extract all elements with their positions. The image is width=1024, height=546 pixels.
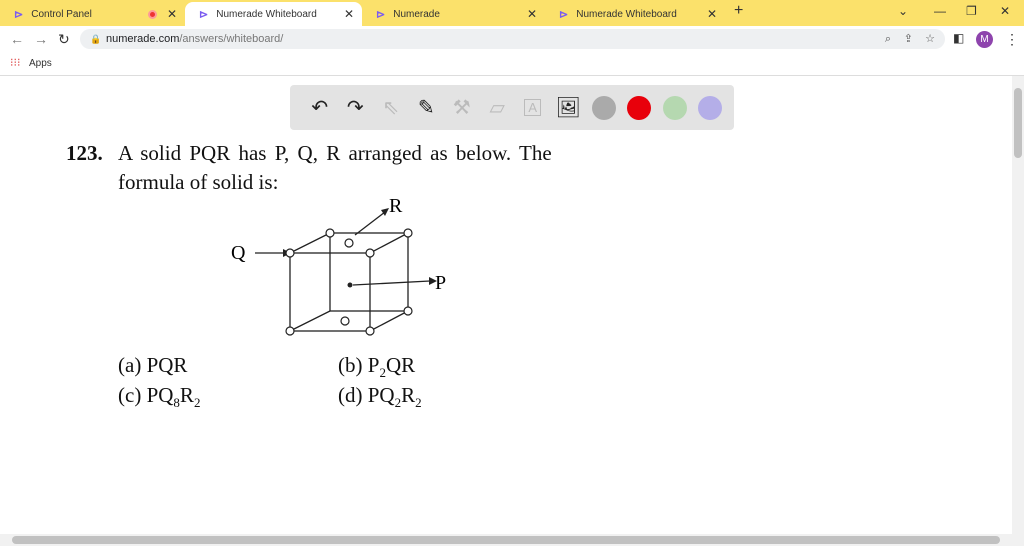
reload-icon[interactable]: ↻ bbox=[58, 31, 70, 48]
profile-avatar[interactable]: M bbox=[976, 31, 993, 48]
color-red[interactable] bbox=[622, 93, 658, 123]
apps-grid-icon: ⁝⁝⁝ bbox=[10, 57, 21, 69]
address-bar[interactable]: 🔒 numerade.com/answers/whiteboard/ ⌕ ⇪ ☆ bbox=[80, 29, 945, 49]
close-window-button[interactable]: ✕ bbox=[1000, 4, 1010, 18]
eraser-icon[interactable]: ▱ bbox=[480, 93, 516, 123]
question-line-1: A solid PQR has P, Q, R arranged as belo… bbox=[118, 141, 552, 165]
close-tab-icon[interactable]: ✕ bbox=[344, 7, 354, 21]
close-tab-icon[interactable]: ✕ bbox=[527, 7, 537, 21]
cube-diagram: Q R P bbox=[231, 195, 446, 336]
text-icon[interactable]: A bbox=[515, 93, 551, 123]
label-p: P bbox=[435, 272, 446, 294]
side-panel-icon[interactable]: ◧ bbox=[953, 31, 964, 45]
pen-icon[interactable]: ✎ bbox=[409, 93, 445, 123]
address-row: ← → ↻ 🔒 numerade.com/answers/whiteboard/ … bbox=[0, 26, 1024, 52]
restore-button[interactable]: ❐ bbox=[966, 4, 977, 18]
forward-icon[interactable]: → bbox=[34, 31, 48, 47]
whiteboard-toolbar: ↶ ↷ ⇖ ✎ ⚒ ▱ A 🖼 bbox=[290, 85, 734, 130]
scrollbar-thumb[interactable] bbox=[12, 536, 1000, 544]
option-a: (a) PQR bbox=[118, 353, 188, 377]
share-icon[interactable]: ⇪ bbox=[904, 29, 913, 49]
tab-numerade-whiteboard[interactable]: ⊳ Numerade Whiteboard ✕ bbox=[185, 2, 362, 26]
tools-icon[interactable]: ⚒ bbox=[444, 93, 480, 123]
option-b: (b) P2QR bbox=[338, 353, 416, 381]
tab-numerade[interactable]: ⊳ Numerade ✕ bbox=[362, 2, 545, 26]
minimize-button[interactable]: — bbox=[934, 4, 946, 18]
option-d: (d) PQ2R2 bbox=[338, 383, 422, 411]
color-purple[interactable] bbox=[693, 93, 729, 123]
zoom-icon[interactable]: ⌕ bbox=[885, 29, 891, 49]
vertical-scrollbar[interactable] bbox=[1012, 76, 1024, 534]
redo-icon[interactable]: ↷ bbox=[338, 93, 374, 123]
color-green[interactable] bbox=[657, 93, 693, 123]
question-number: 123. bbox=[66, 141, 103, 165]
label-r: R bbox=[389, 195, 403, 217]
numerade-logo-icon: ⊳ bbox=[14, 8, 24, 21]
close-tab-icon[interactable]: ✕ bbox=[707, 7, 717, 21]
scrollbar-thumb[interactable] bbox=[1014, 88, 1022, 158]
back-icon[interactable]: ← bbox=[10, 31, 24, 47]
tab-numerade-whiteboard-2[interactable]: ⊳ Numerade Whiteboard ✕ bbox=[545, 2, 725, 26]
color-gray[interactable] bbox=[586, 93, 622, 123]
numerade-logo-icon: ⊳ bbox=[199, 8, 209, 21]
close-tab-icon[interactable]: ✕ bbox=[167, 7, 177, 21]
horizontal-scrollbar[interactable] bbox=[0, 534, 1024, 546]
tab-search-icon[interactable]: ⌄ bbox=[898, 4, 908, 18]
numerade-logo-icon: ⊳ bbox=[376, 8, 386, 21]
bookmarks-bar: ⁝⁝⁝ Apps bbox=[0, 52, 1024, 76]
bookmark-star-icon[interactable]: ☆ bbox=[925, 29, 935, 49]
recording-icon bbox=[148, 9, 157, 19]
numerade-logo-icon: ⊳ bbox=[559, 8, 569, 21]
bookmark-apps[interactable]: Apps bbox=[29, 58, 52, 69]
menu-icon[interactable]: ⋮ bbox=[1005, 31, 1019, 48]
tab-control-panel[interactable]: ⊳ Control Panel ✕ bbox=[0, 2, 185, 26]
label-q: Q bbox=[231, 242, 246, 264]
undo-icon[interactable]: ↶ bbox=[302, 93, 338, 123]
image-icon[interactable]: 🖼 bbox=[551, 93, 587, 123]
tab-bar: ⊳ Control Panel ✕ ⊳ Numerade Whiteboard ✕ ⊳ N… bbox=[0, 0, 1024, 26]
new-tab-button[interactable]: + bbox=[734, 2, 743, 20]
select-pointer-icon[interactable]: ⇖ bbox=[373, 93, 409, 123]
option-c: (c) PQ8R2 bbox=[118, 383, 201, 411]
lock-icon: 🔒 bbox=[90, 34, 102, 44]
